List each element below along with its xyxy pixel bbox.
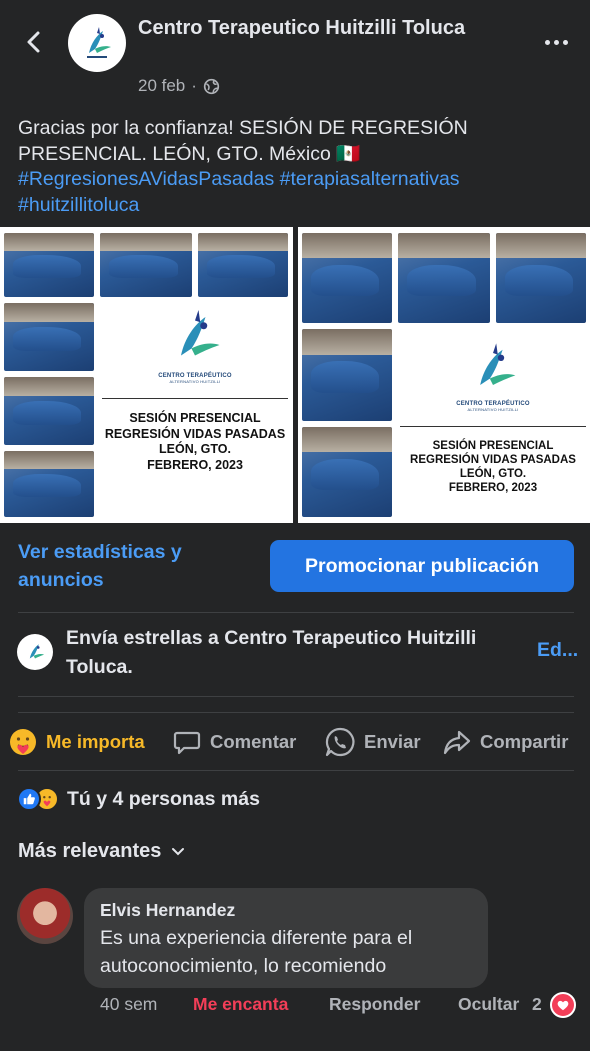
logo-divider	[400, 426, 586, 427]
hashtag-link[interactable]: #RegresionesAVidasPasadas	[18, 168, 274, 190]
logo-divider	[102, 398, 288, 399]
photo-thumbnail	[4, 233, 94, 297]
photo-thumbnail	[198, 233, 288, 297]
edit-stars-link[interactable]: Ed...	[537, 639, 578, 662]
photo-thumbnail	[496, 233, 586, 323]
image-title-line: LEÓN, GTO.	[159, 442, 231, 456]
image-title-line: LEÓN, GTO.	[459, 468, 527, 480]
send-stars-text: Envía estrellas a Centro Terapeutico Hui…	[66, 627, 477, 678]
page-avatar-small	[17, 634, 53, 670]
comment-reaction-count: 2	[532, 994, 542, 1014]
comment-time: 40 sem	[100, 994, 158, 1014]
send-label: Enviar	[364, 731, 421, 752]
hummingbird-logo-icon	[480, 343, 516, 385]
post-caption: Gracias por la confianza! SESIÓN DE REGR…	[18, 116, 578, 218]
image-title-line: REGRESIÓN VIDAS PASADAS	[410, 454, 576, 466]
hummingbird-logo-icon	[29, 644, 45, 659]
photo-thumbnail	[302, 233, 392, 323]
hummingbird-logo-icon	[87, 27, 111, 58]
comment-meta: 40 sem Me encanta Responder Ocultar 2	[100, 992, 580, 1018]
promote-post-button[interactable]: Promocionar publicación	[270, 540, 574, 592]
collage-logo-panel: CENTRO TERAPÉUTICO ALTERNATIVO HUITZILLI…	[100, 303, 290, 473]
globe-icon	[203, 78, 220, 94]
share-button[interactable]: Compartir	[442, 714, 568, 770]
reactions-count-text: Tú y 4 personas más	[67, 787, 260, 810]
care-emoji-icon	[10, 729, 36, 755]
photo-thumbnail	[100, 233, 192, 297]
share-arrow-icon	[443, 730, 471, 755]
post-date: 20 feb	[138, 76, 186, 95]
care-label: Me importa	[46, 731, 145, 752]
photo-thumbnail	[4, 451, 94, 517]
page-avatar[interactable]	[68, 14, 126, 72]
more-options-icon[interactable]	[540, 28, 572, 56]
comment-bubble: Elvis Hernandez Es una experiencia difer…	[84, 888, 488, 988]
photo-thumbnail	[302, 427, 392, 517]
comment-icon	[173, 731, 201, 755]
image-title-line: FEBRERO, 2023	[448, 482, 538, 494]
image-title-line: SESIÓN PRESENCIAL	[129, 411, 261, 425]
send-button[interactable]: Enviar	[324, 714, 421, 770]
photo-thumbnail	[398, 233, 490, 323]
photo-thumbnail	[4, 303, 94, 371]
page-name[interactable]: Centro Terapeutico Huitzilli Toluca	[138, 14, 488, 42]
logo-subtext: ALTERNATIVO HUITZILLI	[169, 379, 221, 384]
reply-link[interactable]: Responder	[329, 994, 420, 1015]
photo-thumbnail	[302, 329, 392, 421]
love-reaction-link[interactable]: Me encanta	[193, 994, 288, 1015]
image-title-line: SESIÓN PRESENCIAL	[432, 440, 554, 452]
comments-sort-dropdown[interactable]: Más relevantes	[18, 840, 185, 863]
logo-subtext: ALTERNATIVO HUITZILLI	[467, 407, 519, 412]
view-insights-link[interactable]: Ver estadísticas y anuncios	[18, 538, 248, 594]
hummingbird-logo-icon	[181, 310, 220, 356]
like-reaction-icon	[17, 787, 41, 811]
caption-text: Gracias por la confianza! SESIÓN DE REGR…	[18, 117, 468, 165]
photo-collage-1[interactable]: CENTRO TERAPÉUTICO ALTERNATIVO HUITZILLI…	[0, 227, 293, 523]
share-label: Compartir	[480, 731, 569, 752]
hashtag-link[interactable]: #terapiasalternativas	[280, 168, 460, 190]
post-actions-bar: Me importa Comentar Enviar Compartir	[0, 714, 590, 770]
care-reaction-button[interactable]: Me importa	[8, 714, 145, 770]
comment-button[interactable]: Comentar	[172, 714, 296, 770]
collage-logo-panel: CENTRO TERAPÉUTICO ALTERNATIVO HUITZILLI…	[398, 337, 588, 495]
post-photos: CENTRO TERAPÉUTICO ALTERNATIVO HUITZILLI…	[0, 227, 590, 523]
image-title-line: REGRESIÓN VIDAS PASADAS	[104, 426, 286, 441]
comment-label: Comentar	[210, 731, 297, 752]
comment-author[interactable]: Elvis Hernandez	[100, 899, 472, 921]
send-stars-row[interactable]: Envía estrellas a Centro Terapeutico Hui…	[0, 612, 590, 696]
image-title-line: FEBRERO, 2023	[147, 457, 243, 472]
meta-separator: ·	[191, 76, 197, 95]
back-arrow-icon[interactable]	[22, 30, 46, 54]
chevron-down-icon	[172, 847, 185, 855]
hashtag-link[interactable]: #huitzillitoluca	[18, 194, 139, 216]
photo-collage-2[interactable]: CENTRO TERAPÉUTICO ALTERNATIVO HUITZILLI…	[298, 227, 590, 523]
post-header: Centro Terapeutico Huitzilli Toluca 20 f…	[0, 0, 590, 110]
divider	[18, 696, 574, 697]
comment-text: Es una experiencia diferente para el aut…	[100, 927, 413, 977]
divider	[18, 770, 574, 771]
post-meta: 20 feb ·	[138, 76, 220, 96]
photo-thumbnail	[4, 377, 94, 445]
divider	[18, 712, 574, 713]
hide-link[interactable]: Ocultar	[458, 994, 519, 1015]
sort-label: Más relevantes	[18, 840, 162, 862]
whatsapp-icon	[325, 727, 355, 757]
heart-icon	[550, 992, 576, 1018]
reactions-summary[interactable]: Tú y 4 personas más	[17, 787, 260, 811]
commenter-avatar[interactable]	[17, 888, 73, 944]
